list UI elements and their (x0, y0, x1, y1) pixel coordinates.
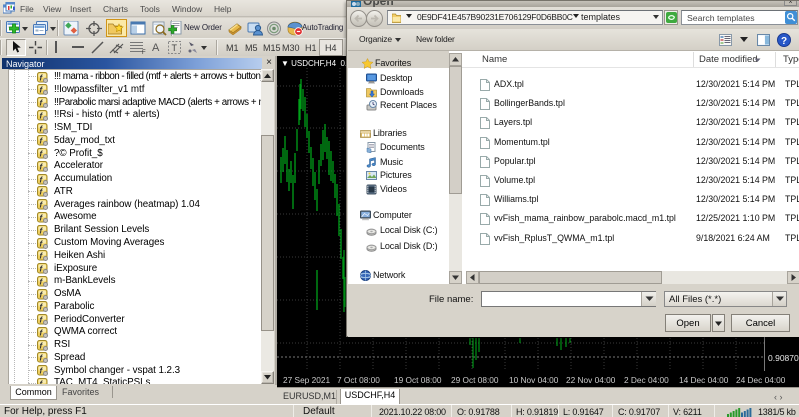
svg-text:T: T (172, 43, 178, 53)
svg-text:?: ? (781, 36, 787, 47)
svg-text:F: F (142, 50, 146, 54)
